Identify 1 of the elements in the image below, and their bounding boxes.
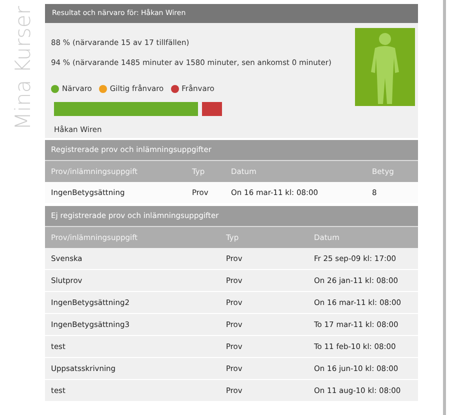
avatar-icon bbox=[355, 28, 415, 106]
